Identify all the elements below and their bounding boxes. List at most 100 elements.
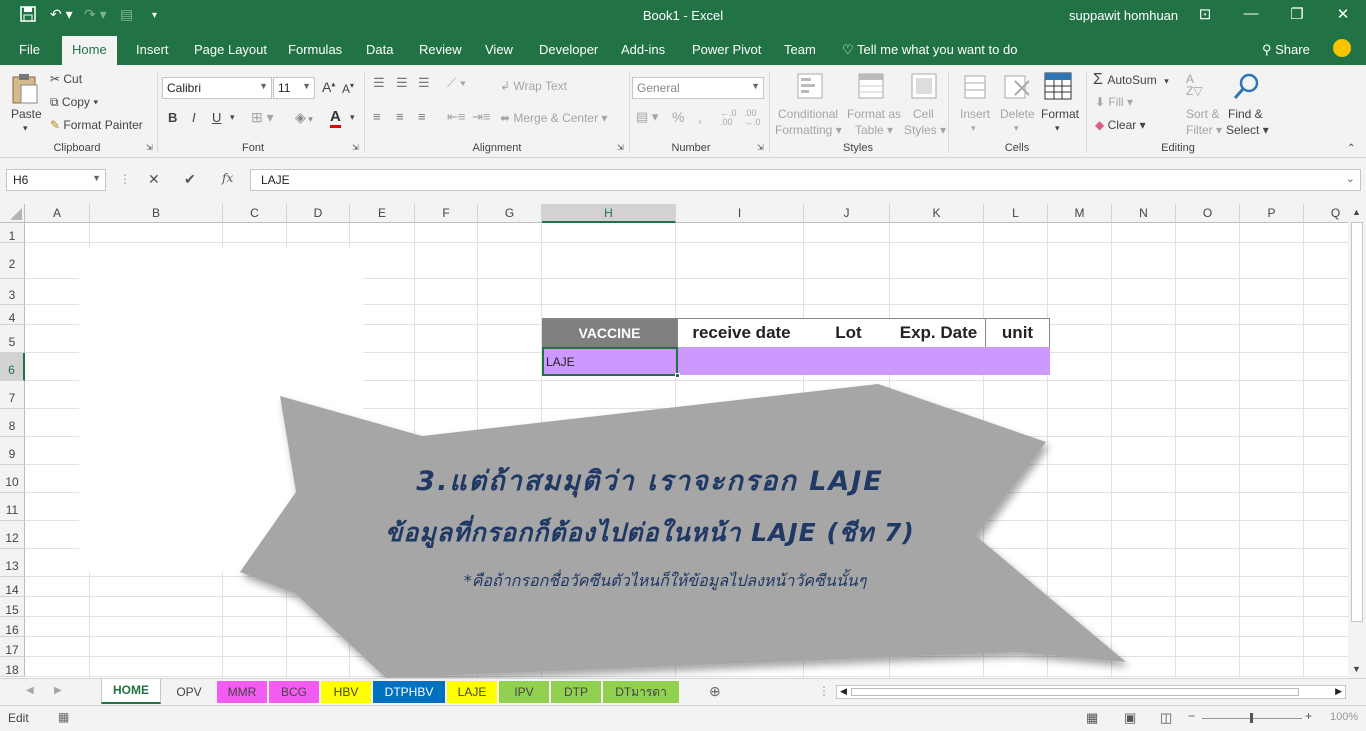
tab-insert[interactable]: Insert — [136, 42, 169, 57]
align-bottom-icon[interactable]: ☰ — [418, 75, 430, 91]
insert-cells-icon[interactable] — [961, 73, 989, 104]
column-header-m[interactable]: M — [1048, 204, 1112, 223]
column-header-p[interactable]: P — [1240, 204, 1304, 223]
row-header-2[interactable]: 2 — [0, 243, 25, 279]
cut-button[interactable]: ✂ Cut — [50, 72, 82, 86]
prev-sheet-icon[interactable]: ◀ — [26, 685, 34, 696]
tab-data[interactable]: Data — [366, 42, 393, 57]
decrease-font-icon[interactable]: A▾ — [342, 81, 354, 96]
collapse-ribbon-icon[interactable]: ⌃ — [1347, 143, 1355, 154]
ribbon-display-icon[interactable]: ⊡ — [1190, 5, 1220, 23]
wrap-text-button[interactable]: ↲ Wrap Text — [500, 79, 567, 93]
row-header-15[interactable]: 15 — [0, 597, 25, 617]
vertical-scrollbar[interactable]: ▲ ▼ — [1348, 204, 1366, 678]
bold-button[interactable]: B — [168, 110, 177, 125]
column-header-h[interactable]: H — [542, 204, 676, 223]
clipboard-launcher-icon[interactable]: ⇲ — [146, 143, 153, 152]
column-header-b[interactable]: B — [90, 204, 223, 223]
vertical-scroll-thumb[interactable] — [1351, 222, 1363, 622]
autosum-button[interactable]: Σ AutoSum ▾ — [1093, 71, 1169, 89]
conditional-formatting-button[interactable]: Conditional — [778, 107, 838, 121]
select-all-corner[interactable] — [0, 204, 25, 223]
sheet-tab-mmr[interactable]: MMR — [217, 681, 267, 703]
sort-filter-button[interactable]: Sort & — [1186, 107, 1219, 121]
insert-function-button[interactable]: fx — [222, 171, 233, 185]
decrease-indent-icon[interactable]: ⇤≡ — [447, 109, 465, 125]
column-header-k[interactable]: K — [890, 204, 984, 223]
copy-button[interactable]: ⧉ Copy ▾ — [50, 95, 98, 110]
tab-power-pivot[interactable]: Power Pivot — [692, 42, 761, 57]
paste-icon[interactable] — [10, 73, 40, 108]
find-select-button[interactable]: Find & — [1228, 107, 1263, 121]
sort-filter-icon[interactable]: A Z▽ — [1186, 73, 1203, 97]
scroll-left-icon[interactable]: ◀ — [840, 686, 847, 697]
increase-font-icon[interactable]: A▴ — [322, 79, 335, 95]
row-header-9[interactable]: 9 — [0, 437, 25, 465]
row-header-16[interactable]: 16 — [0, 617, 25, 637]
tab-developer[interactable]: Developer — [539, 42, 598, 57]
normal-view-icon[interactable]: ▦ — [1086, 710, 1098, 726]
format-painter-button[interactable]: ✎ Format Painter — [50, 118, 143, 132]
restore-icon[interactable]: ❐ — [1282, 5, 1312, 23]
insert-dropdown-icon[interactable]: ▾ — [971, 123, 976, 134]
row-header-4[interactable]: 4 — [0, 305, 25, 325]
row-header-10[interactable]: 10 — [0, 465, 25, 493]
scroll-down-icon[interactable]: ▼ — [1352, 664, 1361, 674]
cancel-entry-icon[interactable]: ✕ — [148, 171, 160, 188]
tell-me-box[interactable]: ♡ Tell me what you want to do — [842, 42, 1017, 58]
column-header-e[interactable]: E — [350, 204, 415, 223]
user-name[interactable]: suppawit homhuan — [1069, 8, 1178, 23]
delete-cells-button[interactable]: Delete — [1000, 107, 1035, 121]
alignment-launcher-icon[interactable]: ⇲ — [617, 143, 624, 152]
orientation-icon[interactable]: ⟋ ▾ — [447, 75, 466, 91]
tab-split-icon[interactable]: ⋮ — [818, 684, 830, 698]
italic-button[interactable]: I — [192, 110, 196, 125]
zoom-in-icon[interactable]: + — [1305, 709, 1312, 723]
cell-styles-button[interactable]: Cell — [913, 107, 934, 121]
header-exp-date[interactable]: Exp. Date — [892, 319, 985, 347]
align-right-icon[interactable]: ≡ — [418, 109, 426, 124]
format-cells-icon[interactable] — [1043, 71, 1073, 104]
row-header-8[interactable]: 8 — [0, 409, 25, 437]
fill-color-icon[interactable]: ◈ ▾ — [295, 109, 313, 126]
sheet-tab-laje[interactable]: LAJE — [447, 681, 497, 703]
tab-page-layout[interactable]: Page Layout — [194, 42, 267, 57]
sheet-tab-dtp[interactable]: DTP — [551, 681, 601, 703]
fill-button[interactable]: ⬇ Fill ▾ — [1095, 95, 1133, 109]
font-size-box[interactable]: 11 ▼ — [273, 77, 315, 99]
header-receive-date[interactable]: receive date — [678, 319, 805, 347]
macro-record-icon[interactable]: ▦ — [58, 710, 69, 724]
accounting-icon[interactable]: ▤ ▾ — [636, 109, 658, 125]
percent-button[interactable]: % — [672, 109, 684, 125]
row-header-13[interactable]: 13 — [0, 549, 25, 577]
merge-center-button[interactable]: ⬌ Merge & Center ▾ — [500, 111, 607, 125]
column-header-a[interactable]: A — [25, 204, 90, 223]
row-header-3[interactable]: 3 — [0, 279, 25, 305]
cell-h6-selected[interactable]: LAJE — [542, 347, 678, 376]
insert-cells-button[interactable]: Insert — [960, 107, 990, 121]
zoom-out-icon[interactable]: − — [1188, 709, 1195, 723]
tab-review[interactable]: Review — [419, 42, 462, 57]
font-launcher-icon[interactable]: ⇲ — [352, 143, 359, 152]
new-sheet-icon[interactable]: ⊕ — [709, 683, 721, 700]
align-left-icon[interactable]: ≡ — [373, 109, 381, 124]
column-header-f[interactable]: F — [415, 204, 478, 223]
column-header-d[interactable]: D — [287, 204, 350, 223]
tab-view[interactable]: View — [485, 42, 513, 57]
row-header-5[interactable]: 5 — [0, 325, 25, 353]
number-format-box[interactable]: General ▼ — [632, 77, 764, 99]
number-launcher-icon[interactable]: ⇲ — [757, 143, 764, 152]
borders-icon[interactable]: ⊞ ▾ — [251, 109, 274, 126]
sheet-tab-hbv[interactable]: HBV — [321, 681, 371, 703]
scroll-right-icon[interactable]: ▶ — [1335, 686, 1342, 697]
tab-team[interactable]: Team — [784, 42, 816, 57]
comma-style-icon[interactable]: , — [698, 109, 702, 125]
tab-formulas[interactable]: Formulas — [288, 42, 342, 57]
column-header-q[interactable]: Q — [1304, 204, 1348, 223]
sheet-tab-bcg[interactable]: BCG — [269, 681, 319, 703]
column-header-j[interactable]: J — [804, 204, 890, 223]
minimize-icon[interactable]: — — [1236, 5, 1266, 22]
row-header-18[interactable]: 18 — [0, 657, 25, 677]
column-header-i[interactable]: I — [676, 204, 804, 223]
tab-file[interactable]: File — [19, 42, 40, 57]
